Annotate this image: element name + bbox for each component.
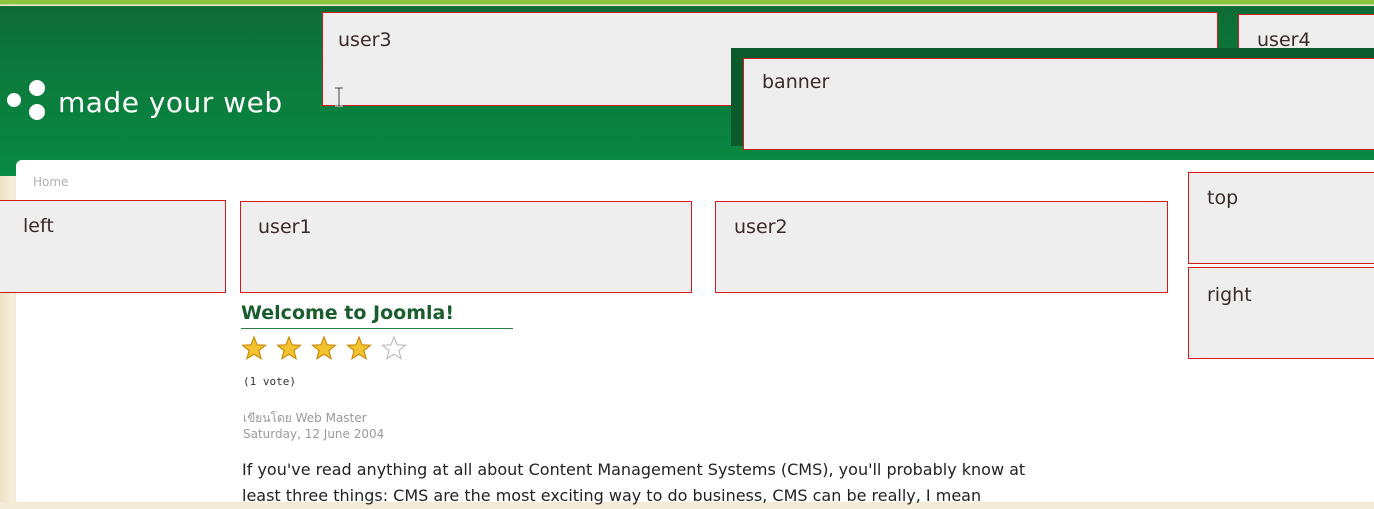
article-title[interactable]: Welcome to Joomla! [241, 302, 513, 329]
star-empty-icon[interactable] [381, 336, 407, 361]
article-author: เขียนโดย Web Master [243, 411, 367, 425]
module-banner: banner [743, 58, 1374, 150]
star-filled-icon[interactable] [346, 336, 372, 361]
vote-count: (1 vote) [243, 375, 296, 388]
module-left: left [0, 200, 226, 293]
logo-icon[interactable] [6, 76, 54, 124]
module-top: top [1188, 172, 1374, 264]
article-date: Saturday, 12 June 2004 [243, 427, 385, 441]
breadcrumb-home[interactable]: Home [33, 175, 68, 189]
article-body: If you've read anything at all about Con… [242, 457, 1242, 509]
module-user2: user2 [715, 201, 1168, 293]
module-right: right [1188, 267, 1374, 359]
star-filled-icon[interactable] [311, 336, 337, 361]
module-user1: user1 [240, 201, 692, 293]
star-rating[interactable] [240, 336, 422, 362]
star-filled-icon[interactable] [276, 336, 302, 361]
article-body-line: If you've read anything at all about Con… [242, 460, 1026, 479]
text-cursor-icon [332, 86, 346, 112]
article-body-line: least three things: CMS are the most exc… [242, 486, 982, 505]
article-meta: เขียนโดย Web Master Saturday, 12 June 20… [243, 410, 384, 442]
top-accent-line [0, 0, 1374, 5]
site-logo-text[interactable]: made your web [58, 86, 283, 119]
star-filled-icon[interactable] [241, 336, 267, 361]
